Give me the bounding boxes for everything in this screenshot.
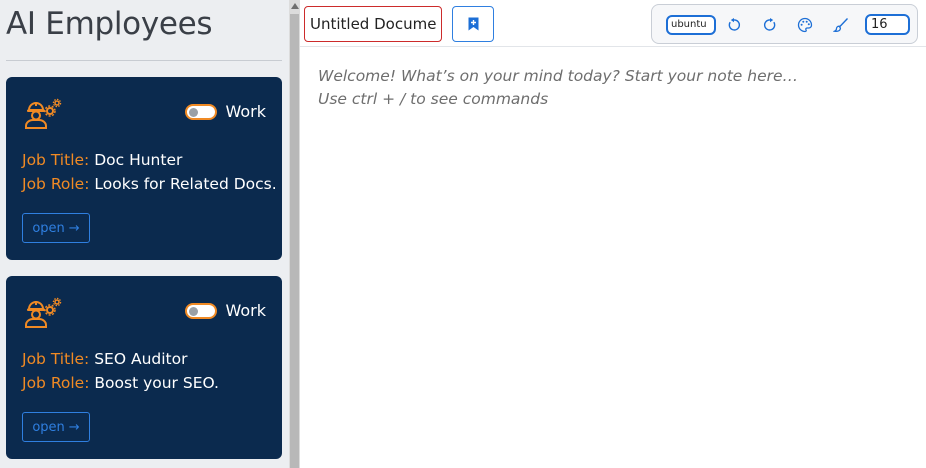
- toggle-switch[interactable]: [185, 103, 218, 120]
- job-title-value: SEO Auditor: [94, 350, 188, 368]
- employee-card: Work Job Title: Doc Hunter Job Role: Loo…: [6, 77, 282, 260]
- font-family-select[interactable]: ubuntu: [666, 15, 716, 35]
- editor-placeholder[interactable]: Welcome! What’s on your mind today? Star…: [318, 65, 798, 111]
- undo-icon[interactable]: [726, 17, 742, 33]
- worker-gear-icon: [25, 297, 62, 328]
- job-title-key: Job Title:: [22, 151, 90, 169]
- scroll-up-arrow-icon[interactable]: [291, 3, 299, 9]
- job-role-line: Job Role: Boost your SEO.: [22, 374, 219, 392]
- employee-card: Work Job Title: SEO Auditor Job Role: Bo…: [6, 276, 282, 459]
- job-role-value: Boost your SEO.: [94, 374, 219, 392]
- job-title-line: Job Title: Doc Hunter: [22, 151, 182, 169]
- palette-icon[interactable]: [797, 17, 813, 33]
- placeholder-line: Welcome! What’s on your mind today? Star…: [318, 67, 799, 85]
- worker-gear-icon: [25, 98, 62, 129]
- job-role-key: Job Role:: [22, 175, 90, 193]
- job-role-key: Job Role:: [22, 374, 90, 392]
- scroll-thumb[interactable]: [290, 14, 299, 468]
- job-role-line: Job Role: Looks for Related Docs.: [22, 175, 277, 193]
- sidebar-title: AI Employees: [6, 6, 213, 42]
- work-toggle[interactable]: Work: [185, 102, 266, 121]
- brush-icon[interactable]: [833, 17, 849, 33]
- open-button[interactable]: open →: [22, 412, 90, 442]
- sidebar-scrollbar[interactable]: [289, 0, 300, 468]
- arrow-right-icon: →: [68, 419, 80, 435]
- open-label: open: [32, 220, 65, 236]
- work-toggle[interactable]: Work: [185, 301, 266, 320]
- toggle-label: Work: [225, 301, 266, 320]
- bookmark-plus-icon: [468, 17, 478, 31]
- placeholder-line: Use ctrl + / to see commands: [318, 90, 549, 108]
- toggle-label: Work: [225, 102, 266, 121]
- editor-toolbar: ubuntu 16: [300, 0, 926, 47]
- format-tools-group: ubuntu 16: [651, 4, 918, 44]
- editor-pane: ubuntu 16 Welcome! What: [300, 0, 926, 468]
- toggle-switch[interactable]: [185, 302, 218, 319]
- sidebar: AI Employees Work Job Title: Doc Hunter …: [0, 0, 289, 468]
- toggle-knob: [189, 306, 199, 316]
- job-role-value: Looks for Related Docs.: [94, 175, 277, 193]
- arrow-right-icon: →: [68, 220, 80, 236]
- open-label: open: [32, 419, 65, 435]
- redo-icon[interactable]: [762, 17, 778, 33]
- job-title-value: Doc Hunter: [94, 151, 183, 169]
- bookmark-button[interactable]: [452, 6, 494, 42]
- toggle-knob: [189, 107, 199, 117]
- job-title-key: Job Title:: [22, 350, 90, 368]
- job-title-line: Job Title: SEO Auditor: [22, 350, 187, 368]
- font-size-input[interactable]: 16: [865, 14, 910, 35]
- open-button[interactable]: open →: [22, 213, 90, 243]
- document-title-input[interactable]: [304, 6, 442, 42]
- sidebar-divider: [6, 60, 282, 61]
